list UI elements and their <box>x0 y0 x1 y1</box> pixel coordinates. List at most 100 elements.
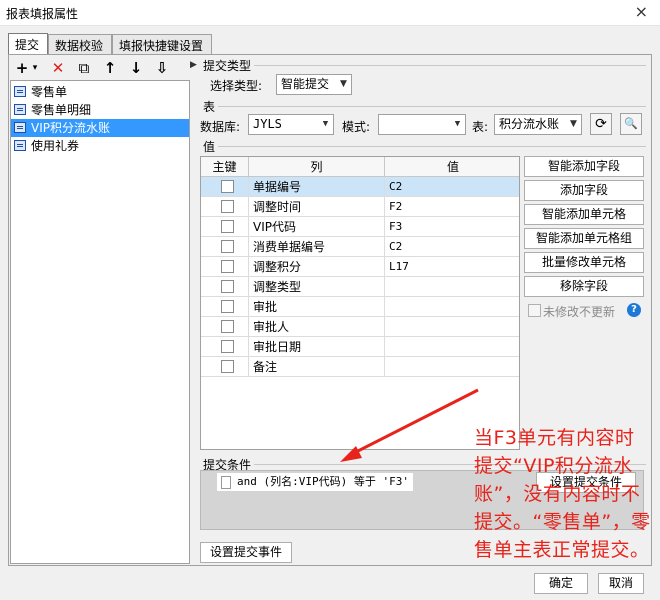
table-header: 主键 列 值 <box>201 157 519 177</box>
cancel-button[interactable]: 取消 <box>598 573 644 594</box>
no-update-unmodified-checkbox[interactable] <box>528 304 541 317</box>
delete-icon[interactable]: ✕ <box>48 58 68 78</box>
table-row[interactable]: 备注 <box>201 357 519 377</box>
value-cell[interactable]: C2 <box>385 177 519 197</box>
tree-item-gift-voucher[interactable]: 使用礼券 <box>11 137 189 155</box>
key-cell <box>201 337 249 357</box>
header-column: 列 <box>249 157 385 177</box>
add-icon[interactable]: + <box>12 58 32 78</box>
field-table[interactable]: 主键 列 值 单据编号 C2 调整时间 F2 VIP代码 F3 消费单据编号 C… <box>200 156 520 450</box>
column-cell: 调整积分 <box>249 257 385 277</box>
mode-label: 模式: <box>342 120 371 134</box>
smart-add-cell-button[interactable]: 智能添加单元格 <box>524 204 644 225</box>
primary-key-checkbox[interactable] <box>221 180 234 193</box>
primary-key-checkbox[interactable] <box>221 340 234 353</box>
value-cell[interactable] <box>385 337 519 357</box>
chevron-down-icon: ▼ <box>449 115 465 134</box>
value-cell[interactable]: F3 <box>385 217 519 237</box>
add-dropdown-icon[interactable]: ▾ <box>30 58 40 78</box>
primary-key-checkbox[interactable] <box>221 300 234 313</box>
tab-data-validation[interactable]: 数据校验 <box>48 34 112 54</box>
annotation-text: 当F3单元有内容时提交“VIP积分流水账”，没有内容时不提交。“零售单”，零售单… <box>474 427 651 561</box>
primary-key-checkbox[interactable] <box>221 260 234 273</box>
table-row[interactable]: 调整类型 <box>201 277 519 297</box>
table-row[interactable]: 消费单据编号 C2 <box>201 237 519 257</box>
table-row[interactable]: 审批日期 <box>201 337 519 357</box>
table-row[interactable]: 调整积分 L17 <box>201 257 519 277</box>
group-divider <box>218 106 646 107</box>
primary-key-checkbox[interactable] <box>221 220 234 233</box>
tree-toolbar: + ▾ ✕ ⧉ ↑ ↓ ⇩ <box>10 58 188 80</box>
tab-submit[interactable]: 提交 <box>8 33 48 55</box>
ok-button[interactable]: 确定 <box>534 573 588 594</box>
move-down-icon[interactable]: ↓ <box>126 58 146 78</box>
no-update-unmodified-label: 未修改不更新 <box>543 305 616 319</box>
value-cell[interactable]: L17 <box>385 257 519 277</box>
primary-key-checkbox[interactable] <box>221 200 234 213</box>
column-cell: 审批人 <box>249 317 385 337</box>
tree-item-retail-order[interactable]: 零售单 <box>11 83 189 101</box>
value-cell[interactable] <box>385 357 519 377</box>
header-value: 值 <box>446 160 459 174</box>
table-value: 积分流水账 <box>499 117 560 131</box>
mode-select[interactable]: ▼ <box>378 114 466 135</box>
condition-item[interactable]: and (列名:VIP代码) 等于 'F3' <box>217 473 413 491</box>
table-icon <box>14 104 26 115</box>
set-event-button[interactable]: 设置提交事件 <box>200 542 292 563</box>
table-row[interactable]: 调整时间 F2 <box>201 197 519 217</box>
table-group-label: 表 <box>203 100 216 114</box>
header-key: 主键 <box>201 157 249 177</box>
smart-add-cell-group-button[interactable]: 智能添加单元格组 <box>524 228 644 249</box>
key-cell <box>201 317 249 337</box>
key-cell <box>201 297 249 317</box>
column-cell: 调整类型 <box>249 277 385 297</box>
primary-key-checkbox[interactable] <box>221 360 234 373</box>
chevron-down-icon: ▼ <box>335 75 351 94</box>
submit-tree[interactable]: 零售单 零售单明细 VIP积分流水账 使用礼券 <box>10 80 190 564</box>
value-cell[interactable]: F2 <box>385 197 519 217</box>
chevron-down-icon: ▼ <box>565 115 581 134</box>
title-bar: 报表填报属性 × <box>0 0 660 26</box>
batch-modify-cell-button[interactable]: 批量修改单元格 <box>524 252 644 273</box>
chevron-down-icon: ▼ <box>317 115 333 134</box>
key-cell <box>201 197 249 217</box>
tree-item-label: 使用礼券 <box>31 139 80 153</box>
table-icon <box>14 140 26 151</box>
value-cell[interactable] <box>385 317 519 337</box>
column-cell: 调整时间 <box>249 197 385 217</box>
primary-key-checkbox[interactable] <box>221 280 234 293</box>
primary-key-checkbox[interactable] <box>221 240 234 253</box>
table-select[interactable]: 积分流水账 ▼ <box>494 114 582 135</box>
submit-type-group-label: 提交类型 <box>203 59 252 73</box>
tree-item-vip-points[interactable]: VIP积分流水账 <box>11 119 189 137</box>
tree-item-retail-detail[interactable]: 零售单明细 <box>11 101 189 119</box>
table-row[interactable]: 审批人 <box>201 317 519 337</box>
collapse-arrow-icon[interactable]: ▶ <box>190 60 197 70</box>
sort-icon[interactable]: ⇩ <box>152 58 172 78</box>
add-field-button[interactable]: 添加字段 <box>524 180 644 201</box>
copy-icon[interactable]: ⧉ <box>74 58 94 78</box>
refresh-icon[interactable]: ⟳ <box>590 113 612 135</box>
move-up-icon[interactable]: ↑ <box>100 58 120 78</box>
preview-icon[interactable]: 🔍 <box>620 113 642 135</box>
value-cell[interactable] <box>385 277 519 297</box>
key-cell <box>201 177 249 197</box>
close-icon[interactable]: × <box>635 2 648 21</box>
table-row[interactable]: 单据编号 C2 <box>201 177 519 197</box>
smart-add-field-button[interactable]: 智能添加字段 <box>524 156 644 177</box>
tab-shortcut-settings[interactable]: 填报快捷键设置 <box>112 34 212 54</box>
table-label: 表: <box>472 120 489 134</box>
help-icon[interactable]: ? <box>627 303 641 317</box>
remove-field-button[interactable]: 移除字段 <box>524 276 644 297</box>
table-row[interactable]: VIP代码 F3 <box>201 217 519 237</box>
submit-type-select[interactable]: 智能提交 ▼ <box>276 74 352 95</box>
primary-key-checkbox[interactable] <box>221 320 234 333</box>
table-icon <box>14 86 26 97</box>
value-group-label: 值 <box>203 140 216 154</box>
value-cell[interactable]: C2 <box>385 237 519 257</box>
column-cell: 审批日期 <box>249 337 385 357</box>
table-row[interactable]: 审批 <box>201 297 519 317</box>
database-select[interactable]: JYLS ▼ <box>248 114 334 135</box>
group-divider <box>218 146 646 147</box>
value-cell[interactable] <box>385 297 519 317</box>
